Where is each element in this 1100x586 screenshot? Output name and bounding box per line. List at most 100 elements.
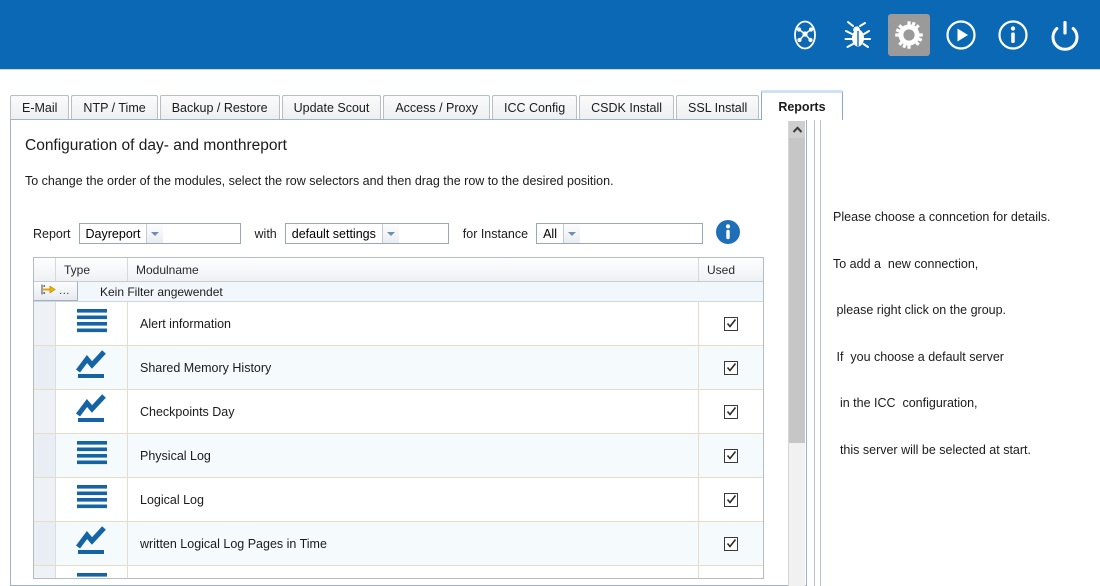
- panel-splitter[interactable]: [812, 93, 818, 586]
- instance-dropdown[interactable]: All: [536, 223, 704, 244]
- row-type-cell: [56, 522, 128, 565]
- row-modulname: [128, 566, 699, 578]
- info-icon-button[interactable]: [992, 14, 1034, 56]
- table-row[interactable]: written Logical Log Pages in Time: [34, 522, 763, 566]
- gear-icon: [894, 20, 924, 50]
- row-selector[interactable]: [34, 522, 56, 565]
- hint-line: Please choose a conncetion for details.: [833, 210, 1051, 224]
- grid-header-type[interactable]: Type: [56, 258, 128, 281]
- connection-hint-text: Please choose a conncetion for details. …: [833, 179, 1051, 489]
- tab-label: SSL Install: [688, 101, 748, 115]
- column-label: Type: [64, 262, 91, 277]
- used-checkbox[interactable]: [724, 536, 738, 551]
- row-type-cell: [56, 566, 128, 578]
- bug-icon-button[interactable]: [836, 14, 878, 56]
- tab-label: Access / Proxy: [395, 101, 479, 115]
- grid-header-selector[interactable]: [34, 258, 56, 281]
- report-selection-row: Report Dayreport with default settings f…: [33, 219, 741, 248]
- chevron-down-icon[interactable]: [381, 224, 399, 243]
- tab-label: NTP / Time: [83, 101, 146, 115]
- filter-arrow-icon: [41, 283, 57, 299]
- row-selector[interactable]: [34, 390, 56, 433]
- table-row[interactable]: [34, 566, 763, 578]
- tab-backup-restore[interactable]: Backup / Restore: [159, 95, 280, 120]
- tab-access-proxy[interactable]: Access / Proxy: [383, 95, 491, 120]
- tab-csdk-install[interactable]: CSDK Install: [579, 95, 675, 120]
- lines-icon: [75, 570, 109, 578]
- row-used-cell: [699, 566, 763, 578]
- row-used-cell: [699, 522, 763, 565]
- row-used-cell: [699, 390, 763, 433]
- network-nodes-icon-button[interactable]: [784, 14, 826, 56]
- tab-icc-config[interactable]: ICC Config: [492, 95, 578, 120]
- filter-status-text: Kein Filter angewendet: [100, 284, 223, 299]
- table-row[interactable]: Alert information: [34, 302, 763, 346]
- used-checkbox[interactable]: [724, 448, 738, 463]
- info-icon-button[interactable]: [715, 219, 741, 248]
- report-label: Report: [33, 226, 71, 241]
- right-panel: Please choose a conncetion for details. …: [820, 93, 1092, 586]
- scroll-up-button[interactable]: [789, 121, 805, 138]
- play-icon: [944, 18, 978, 52]
- grid-header-used[interactable]: Used: [699, 258, 763, 281]
- instance-dropdown-value: All: [543, 226, 557, 241]
- row-type-cell: [56, 346, 128, 389]
- chevron-down-icon[interactable]: [563, 224, 580, 243]
- table-row[interactable]: Shared Memory History: [34, 346, 763, 390]
- grid-filter-row: ... Kein Filter angewendet: [34, 282, 763, 302]
- network-nodes-icon: [788, 18, 822, 52]
- tab-reports[interactable]: Reports: [761, 90, 843, 120]
- row-modulname: Shared Memory History: [128, 346, 699, 389]
- table-row[interactable]: Logical Log: [34, 478, 763, 522]
- row-modulname: Alert information: [128, 302, 699, 345]
- filter-editor-button[interactable]: ...: [34, 282, 78, 301]
- tab-label: Update Scout: [293, 101, 370, 115]
- play-icon-button[interactable]: [940, 14, 982, 56]
- chevron-down-icon[interactable]: [146, 224, 164, 243]
- top-toolbar: [784, 0, 1086, 70]
- left-panel: E-Mail NTP / Time Backup / Restore Updat…: [10, 90, 843, 586]
- row-selector[interactable]: [34, 302, 56, 345]
- hint-line: If you choose a default server: [833, 349, 1004, 364]
- tab-label: CSDK Install: [591, 101, 663, 115]
- table-row[interactable]: Checkpoints Day: [34, 390, 763, 434]
- power-icon: [1048, 18, 1082, 52]
- gear-icon-button[interactable]: [888, 14, 930, 56]
- grid-header-row: Type Modulname Used: [34, 258, 763, 282]
- tab-ssl-install[interactable]: SSL Install: [676, 95, 760, 120]
- bug-icon: [840, 18, 874, 52]
- report-dropdown-value: Dayreport: [85, 226, 141, 241]
- instance-label: for Instance: [462, 226, 529, 241]
- scroll-thumb[interactable]: [789, 138, 805, 443]
- tab-update-scout[interactable]: Update Scout: [281, 95, 382, 120]
- with-label: with: [254, 226, 277, 241]
- row-selector[interactable]: [34, 566, 56, 578]
- report-dropdown[interactable]: Dayreport: [78, 223, 241, 244]
- settings-dropdown[interactable]: default settings: [284, 223, 449, 244]
- row-selector[interactable]: [34, 478, 56, 521]
- chevron-up-icon: [792, 121, 803, 139]
- hint-line: this server will be selected at start.: [833, 442, 1031, 457]
- grid-body: Alert information Shared Memory History …: [34, 302, 763, 578]
- tab-email[interactable]: E-Mail: [10, 95, 70, 120]
- row-modulname: Physical Log: [128, 434, 699, 477]
- hint-line: in the ICC configuration,: [833, 396, 978, 410]
- used-checkbox[interactable]: [724, 360, 738, 375]
- column-label: Used: [707, 262, 736, 277]
- row-selector[interactable]: [34, 434, 56, 477]
- row-used-cell: [699, 434, 763, 477]
- table-row[interactable]: Physical Log: [34, 434, 763, 478]
- grid-header-modulname[interactable]: Modulname: [128, 258, 699, 281]
- tab-ntp-time[interactable]: NTP / Time: [71, 95, 158, 120]
- row-used-cell: [699, 346, 763, 389]
- used-checkbox[interactable]: [724, 492, 738, 507]
- hint-line: To add a new connection,: [833, 256, 979, 271]
- content-scrollbar[interactable]: [788, 121, 805, 586]
- power-icon-button[interactable]: [1044, 14, 1086, 56]
- row-used-cell: [699, 478, 763, 521]
- used-checkbox[interactable]: [724, 316, 738, 331]
- settings-dropdown-value: default settings: [291, 226, 376, 241]
- row-modulname: Checkpoints Day: [128, 390, 699, 433]
- used-checkbox[interactable]: [724, 404, 738, 419]
- row-selector[interactable]: [34, 346, 56, 389]
